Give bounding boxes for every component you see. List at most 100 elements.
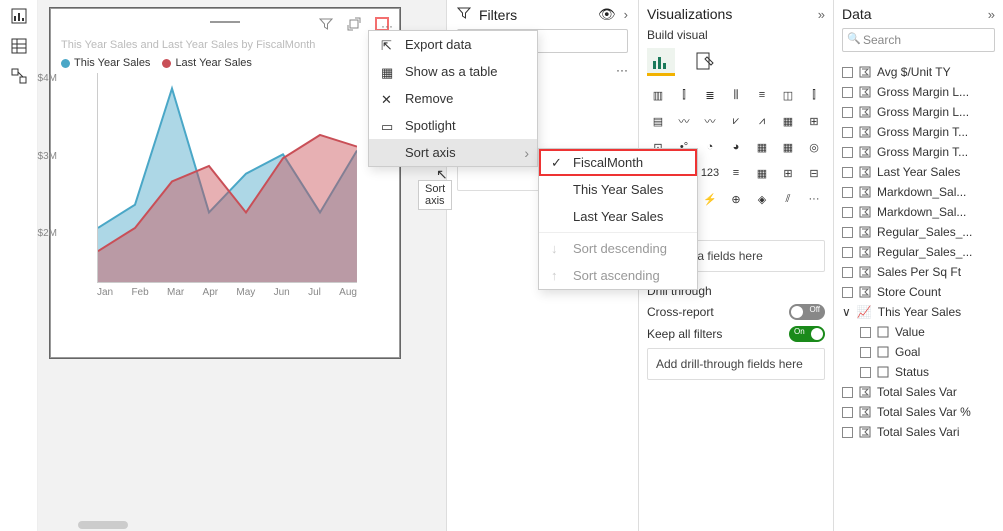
collapse-pane-icon[interactable]: › — [624, 7, 628, 22]
field-item[interactable]: Store Count — [842, 282, 995, 302]
drag-handle[interactable] — [210, 21, 240, 23]
vis-type-tile[interactable]: ◕ — [725, 136, 747, 158]
drill-through-well[interactable]: Add drill-through fields here — [647, 348, 825, 380]
vis-type-tile[interactable]: ⫿ — [673, 84, 695, 106]
field-item[interactable]: Markdown_Sal... — [842, 182, 995, 202]
menu-item-table[interactable]: ▦Show as a table — [369, 58, 537, 85]
field-item[interactable]: Avg $/Unit TY — [842, 62, 995, 82]
field-item[interactable]: Gross Margin L... — [842, 102, 995, 122]
vis-type-tile[interactable]: ⊕ — [725, 188, 747, 210]
data-search-input[interactable]: Search — [842, 28, 995, 52]
vis-type-tile[interactable]: ⫽ — [777, 188, 799, 210]
field-checkbox[interactable] — [842, 167, 853, 178]
field-item[interactable]: Total Sales Var — [842, 382, 995, 402]
field-checkbox[interactable] — [860, 367, 871, 378]
menu-item-sortaxis[interactable]: Sort axis — [369, 139, 537, 166]
vis-type-tile[interactable]: ▦ — [777, 110, 799, 132]
keep-filters-toggle[interactable]: On — [789, 326, 825, 342]
field-item[interactable]: Status — [842, 362, 995, 382]
format-visual-tab[interactable] — [691, 48, 719, 76]
vis-type-tile[interactable]: ≡ — [751, 84, 773, 106]
vis-type-tile[interactable]: ▦ — [777, 136, 799, 158]
vis-type-tile[interactable]: ⫼ — [725, 84, 747, 106]
vis-type-tile[interactable]: ⫿ — [803, 84, 825, 106]
vis-type-tile[interactable]: ≡ — [725, 162, 747, 184]
table-icon: ▦ — [381, 65, 395, 79]
vis-type-tile[interactable]: 〰 — [673, 110, 695, 132]
vis-type-tile[interactable]: 〰 — [699, 110, 721, 132]
field-checkbox[interactable] — [842, 87, 853, 98]
field-checkbox[interactable] — [842, 127, 853, 138]
sort-field-option[interactable]: ✓FiscalMonth — [539, 149, 697, 176]
more-options-icon[interactable]: ··· — [375, 17, 389, 31]
sort-ascending[interactable]: ↑Sort ascending — [539, 262, 697, 289]
vis-type-tile[interactable]: ◈ — [751, 188, 773, 210]
visibility-icon[interactable]: 👁 — [598, 6, 616, 23]
field-checkbox[interactable] — [860, 347, 871, 358]
canvas-hscroll[interactable] — [78, 521, 128, 529]
menu-item-spotlight[interactable]: ▭Spotlight — [369, 112, 537, 139]
field-item[interactable]: Last Year Sales — [842, 162, 995, 182]
field-checkbox[interactable] — [842, 427, 853, 438]
field-item[interactable]: Sales Per Sq Ft — [842, 262, 995, 282]
vis-type-tile[interactable]: ◫ — [777, 84, 799, 106]
field-item[interactable]: Markdown_Sal... — [842, 202, 995, 222]
vis-type-tile[interactable]: ⩗ — [725, 110, 747, 132]
vis-type-tile[interactable]: ≣ — [699, 84, 721, 106]
vis-type-tile[interactable]: 123 — [699, 162, 721, 184]
field-checkbox[interactable] — [842, 267, 853, 278]
field-checkbox[interactable] — [842, 407, 853, 418]
vis-type-tile[interactable]: ··· — [803, 188, 825, 210]
sort-field-option[interactable]: Last Year Sales — [539, 203, 697, 230]
vis-type-tile[interactable]: ⊞ — [803, 110, 825, 132]
field-item[interactable]: Gross Margin T... — [842, 122, 995, 142]
field-checkbox[interactable] — [842, 107, 853, 118]
vis-type-tile[interactable]: ▦ — [751, 136, 773, 158]
field-checkbox[interactable] — [842, 247, 853, 258]
report-view-icon[interactable] — [9, 6, 29, 26]
field-checkbox[interactable] — [842, 387, 853, 398]
vis-type-tile[interactable]: ◎ — [803, 136, 825, 158]
section-more-icon[interactable]: ··· — [616, 63, 628, 77]
vis-type-tile[interactable]: ⩘ — [751, 110, 773, 132]
field-checkbox[interactable] — [842, 227, 853, 238]
field-item[interactable]: Total Sales Vari — [842, 422, 995, 442]
vis-type-tile[interactable]: ⊟ — [803, 162, 825, 184]
sort-descending[interactable]: ↓Sort descending — [539, 235, 697, 262]
field-item[interactable]: Regular_Sales_... — [842, 222, 995, 242]
vis-type-tile[interactable]: ◔ — [699, 136, 721, 158]
field-checkbox[interactable] — [842, 187, 853, 198]
vis-type-tile[interactable]: ▥ — [647, 84, 669, 106]
sort-field-option[interactable]: This Year Sales — [539, 176, 697, 203]
x-tick: Jun — [274, 287, 290, 298]
field-item[interactable]: Goal — [842, 342, 995, 362]
field-item[interactable]: Gross Margin T... — [842, 142, 995, 162]
vis-type-tile[interactable]: ▦ — [751, 162, 773, 184]
collapse-pane-icon[interactable]: » — [818, 7, 825, 22]
field-checkbox[interactable] — [842, 207, 853, 218]
vis-type-tile[interactable]: ▤ — [647, 110, 669, 132]
field-checkbox[interactable] — [860, 327, 871, 338]
field-item[interactable]: Total Sales Var % — [842, 402, 995, 422]
field-item[interactable]: Gross Margin L... — [842, 82, 995, 102]
cross-report-toggle[interactable]: Off — [789, 304, 825, 320]
focus-mode-icon[interactable] — [347, 17, 361, 31]
field-item[interactable]: Value — [842, 322, 995, 342]
data-view-icon[interactable] — [9, 36, 29, 56]
field-group-expanded[interactable]: ∨📈This Year Sales — [842, 302, 995, 322]
field-checkbox[interactable] — [842, 287, 853, 298]
vis-type-tile[interactable]: ⚡ — [699, 188, 721, 210]
report-canvas[interactable]: ··· This Year Sales and Last Year Sales … — [38, 0, 446, 531]
field-item[interactable]: Regular_Sales_... — [842, 242, 995, 262]
collapse-pane-icon[interactable]: » — [988, 7, 995, 22]
filter-icon[interactable] — [319, 17, 333, 31]
area-chart-visual[interactable]: ··· This Year Sales and Last Year Sales … — [50, 8, 400, 358]
build-visual-tab[interactable] — [647, 48, 675, 76]
menu-item-remove[interactable]: ✕Remove — [369, 85, 537, 112]
vis-type-tile[interactable]: ⊞ — [777, 162, 799, 184]
x-tick: Jul — [308, 287, 321, 298]
menu-item-export[interactable]: ⇱Export data — [369, 31, 537, 58]
field-checkbox[interactable] — [842, 147, 853, 158]
field-checkbox[interactable] — [842, 67, 853, 78]
filter-icon — [457, 6, 471, 23]
